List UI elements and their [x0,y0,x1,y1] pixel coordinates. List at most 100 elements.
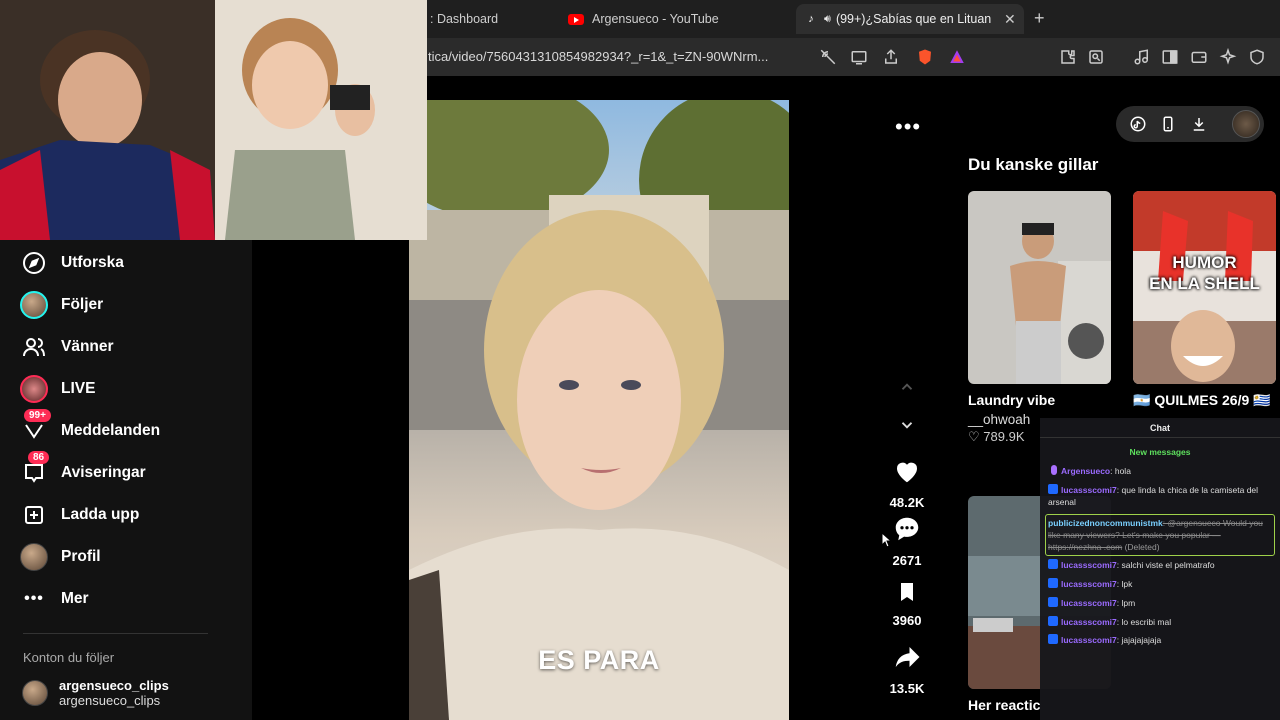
sidebar-item-mer[interactable]: ••• Mer [20,584,89,614]
heart-icon [896,462,918,483]
next-video-icon[interactable] [898,416,916,439]
chat-message: lucassscomi7: lpm [1048,597,1274,609]
like-button[interactable]: 48.2K [884,456,930,510]
followed-account[interactable]: argensueco_clips argensueco_clips [22,678,169,708]
chat-message: lucassscomi7: lo escribi mal [1048,616,1274,628]
video-thumbnail: HUMOR EN LA SHELL [1133,191,1276,384]
sidebar-item-aviseringar[interactable]: 86 Aviseringar [20,451,146,488]
chat-user: lucassscomi7 [1061,485,1117,495]
chat-user: lucassscomi7 [1061,635,1117,645]
sidebar-item-meddelanden[interactable]: 99+ Meddelanden [20,409,161,446]
tab-youtube[interactable]: Argensueco - YouTube [568,4,778,34]
close-icon[interactable]: ✕ [1004,11,1016,28]
chat-message: lucassscomi7: salchi viste el pelmatrafo [1048,559,1274,571]
avatar [22,680,48,706]
sidebar-item-label: Meddelanden [61,422,161,439]
url-field[interactable]: tica/video/7560431310854982934?_r=1&_t=Z… [428,49,768,64]
tab-label: (99+)¿Sabías que en Lituan [835,12,992,26]
tab-label: Argensueco - YouTube [592,12,719,26]
share-button[interactable]: 13.5K [884,642,930,696]
tiktok-logo-icon[interactable] [1129,115,1147,133]
bookmark-icon [901,583,913,601]
right-toolbar [1116,106,1264,142]
following-section-title: Konton du följer [23,650,115,665]
reader-icon[interactable] [1086,47,1106,67]
live-avatar [20,375,48,403]
sidebar-item-foljer[interactable]: Följer [20,290,103,320]
broadcaster-icon [1051,465,1057,475]
recommendations-title: Du kanske gillar [968,155,1099,174]
sidebar-item-label: Profil [61,548,101,565]
more-icon: ••• [24,590,44,607]
tab-dashboard[interactable]: : Dashboard [430,4,554,34]
youtube-icon [568,13,584,25]
chat-user: publicizednoncommunistmk [1048,518,1163,528]
cast-off-icon[interactable] [818,47,838,67]
sidebar-item-label: Utforska [61,254,124,271]
like-count: 48.2K [889,495,925,510]
chat-user: lucassscomi7 [1061,579,1117,589]
compass-icon [20,249,48,277]
brave-rewards-icon[interactable] [947,47,967,67]
recommendation-title: Laundry vibe [968,392,1056,408]
sidebar-item-label: Ladda upp [61,506,140,523]
chat-user: lucassscomi7 [1061,617,1117,627]
sidebar-item-utforska[interactable]: Utforska [20,248,124,278]
mobile-icon[interactable] [1159,115,1177,133]
tab-label: : Dashboard [430,12,499,26]
chat-message: lucassscomi7: que linda la chica de la c… [1048,484,1274,508]
chat-text: : lo escribi mal [1116,617,1172,627]
avatar[interactable] [1232,110,1260,138]
badge-icon [1048,634,1058,644]
recommendation-title: 🇦🇷 QUILMES 26/9 🇺🇾 [1133,392,1271,408]
sidebar-item-label: Vänner [61,338,114,355]
leo-ai-icon[interactable] [1218,47,1238,67]
sidebar-item-live[interactable]: LIVE [20,374,95,404]
chat-message: lucassscomi7: jajajajajaja [1048,634,1274,646]
account-handle: argensueco_clips [59,693,161,708]
music-icon[interactable] [1132,47,1152,67]
speaker-icon[interactable]: 🔊︎ [824,13,831,26]
pip-icon[interactable] [849,47,869,67]
sidebar-item-ladda-upp[interactable]: Ladda upp [20,500,139,530]
thumbnail-overlay-text: EN LA SHELL [1149,274,1260,293]
sidebar-item-vanner[interactable]: Vänner [20,332,114,362]
recommendation-card[interactable]: HUMOR EN LA SHELL 🇦🇷 QUILMES 26/9 🇺🇾 [1133,191,1276,409]
video-caption: ES PARA [538,645,660,675]
video-player[interactable]: ES PARA [409,100,789,720]
share-icon[interactable] [881,47,901,67]
notifications-icon: 86 [20,451,50,487]
badge-icon [1048,559,1058,569]
new-tab-button[interactable]: + [1034,8,1045,29]
sidebar-item-label: Följer [61,296,104,313]
more-options-icon[interactable]: ••• [895,114,921,140]
messages-badge: 99+ [24,409,51,422]
extensions-icon[interactable] [1058,47,1078,67]
webcam-overlay [0,0,427,240]
sidebar-item-profil[interactable]: Profil [20,542,101,572]
thumbnail-overlay-text: HUMOR [1172,253,1237,272]
sidebar-item-label: Aviseringar [61,464,146,481]
tab-tiktok-active[interactable]: ♪ 🔊︎ (99+)¿Sabías que en Lituan ✕ [796,4,1024,34]
sidebar-item-label: Mer [61,590,89,607]
comment-icon [895,517,919,541]
save-button[interactable]: 3960 [884,580,930,628]
likes-count: 789.9K [983,429,1025,444]
previous-video-icon[interactable] [898,378,916,401]
sidebar-divider [23,633,208,634]
wallet-icon[interactable] [1189,47,1209,67]
inbox-icon: 99+ [20,409,51,445]
chat-text: : salchi viste el pelmatrafo [1116,560,1215,570]
brave-shield-icon[interactable] [915,47,935,67]
sidebar-toggle-icon[interactable] [1160,47,1180,67]
profile-avatar [20,543,48,571]
heart-outline-icon: ♡ [968,429,984,444]
chat-user: Argensueco [1061,466,1111,476]
tiktok-icon: ♪ [808,13,814,25]
friends-icon [20,333,48,361]
recommendation-card[interactable]: Laundry vibe __ohwoah ♡ 789.9K [968,191,1111,445]
vpn-icon[interactable] [1247,47,1267,67]
download-icon[interactable] [1190,115,1208,133]
chat-text: : lpm [1116,598,1136,608]
following-avatar [20,291,48,319]
